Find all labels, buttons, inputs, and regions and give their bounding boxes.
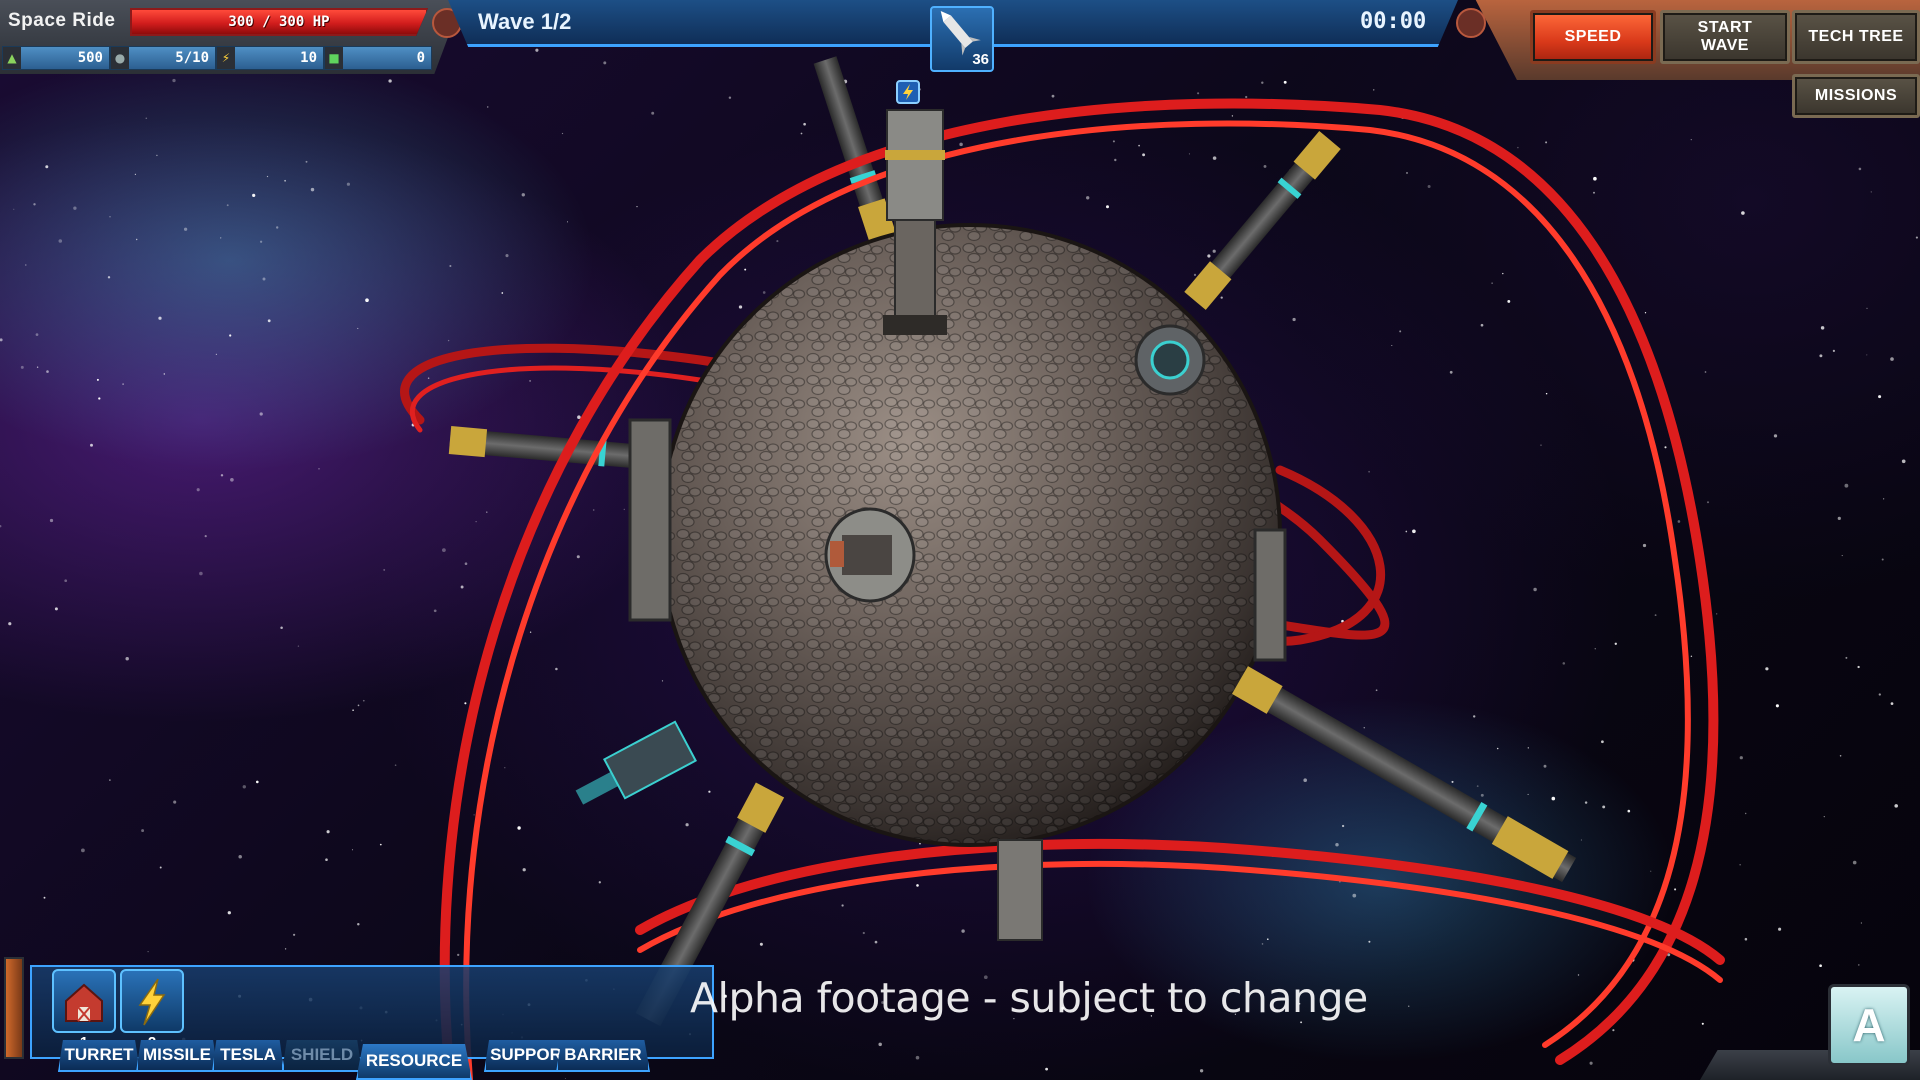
incoming-enemies-badge[interactable]: 36 xyxy=(930,6,994,72)
asteroid-planet[interactable] xyxy=(658,223,1282,847)
lightning-icon xyxy=(138,978,166,1026)
resource-bar: ▲ 500 ● 5/10 ⚡ 10 ■ 0 xyxy=(0,46,440,70)
resource-energy-value: 10 xyxy=(300,50,317,66)
action-key-badge[interactable]: A xyxy=(1828,984,1910,1066)
level-name: Space Ride xyxy=(8,10,116,31)
tab-barrier[interactable]: BARRIER xyxy=(556,1040,650,1072)
tab-shield[interactable]: SHIELD xyxy=(282,1040,362,1072)
credits-icon: ▲ xyxy=(3,47,21,69)
speed-button[interactable]: SPEED xyxy=(1530,10,1656,64)
missions-button[interactable]: MISSIONS xyxy=(1792,74,1920,118)
tab-turret[interactable]: TURRET xyxy=(58,1040,140,1072)
game-viewport[interactable]: Space Ride 300 / 300 HP ▲ 500 ● 5/10 ⚡ 1… xyxy=(0,0,1920,1080)
tech-tree-button[interactable]: TECH TREE xyxy=(1792,10,1920,64)
resource-population: ● 5/10 xyxy=(110,46,216,70)
population-icon: ● xyxy=(111,47,129,69)
action-key-letter: A xyxy=(1852,999,1886,1051)
tab-resource[interactable]: RESOURCE xyxy=(356,1044,472,1080)
resource-energy: ⚡ 10 xyxy=(216,46,324,70)
build-panel-handle[interactable] xyxy=(4,957,24,1059)
energy-icon: ⚡ xyxy=(217,47,235,69)
base-health-text: 300 / 300 HP xyxy=(228,14,330,30)
resource-credits: ▲ 500 xyxy=(2,46,110,70)
wave-timer: 00:00 xyxy=(1360,9,1427,34)
enemy-count: 36 xyxy=(972,51,989,68)
tab-tesla[interactable]: TESLA xyxy=(212,1040,284,1072)
start-wave-button[interactable]: START WAVE xyxy=(1660,10,1790,64)
base-health-bar: 300 / 300 HP xyxy=(130,8,428,36)
power-marker-icon xyxy=(896,80,920,104)
tower-card-barn[interactable]: 1 xyxy=(52,969,116,1051)
tab-missile[interactable]: MISSILE xyxy=(136,1040,218,1072)
alpha-watermark: Alpha footage - subject to change xyxy=(690,974,1368,1022)
resource-ore-value: 0 xyxy=(416,50,425,66)
resource-credits-value: 500 xyxy=(77,50,103,66)
start-wave-label: START WAVE xyxy=(1697,19,1753,54)
tower-card-lightning[interactable]: 2 xyxy=(120,969,184,1051)
wave-label: Wave 1/2 xyxy=(478,9,572,34)
barn-icon xyxy=(65,983,103,1022)
ore-icon: ■ xyxy=(325,47,343,69)
planet-scene[interactable] xyxy=(0,0,1920,1080)
tab-support[interactable]: SUPPOR xyxy=(484,1040,568,1072)
stripes-icon xyxy=(1456,8,1486,38)
resource-population-value: 5/10 xyxy=(175,50,209,66)
resource-ore: ■ 0 xyxy=(324,46,432,70)
